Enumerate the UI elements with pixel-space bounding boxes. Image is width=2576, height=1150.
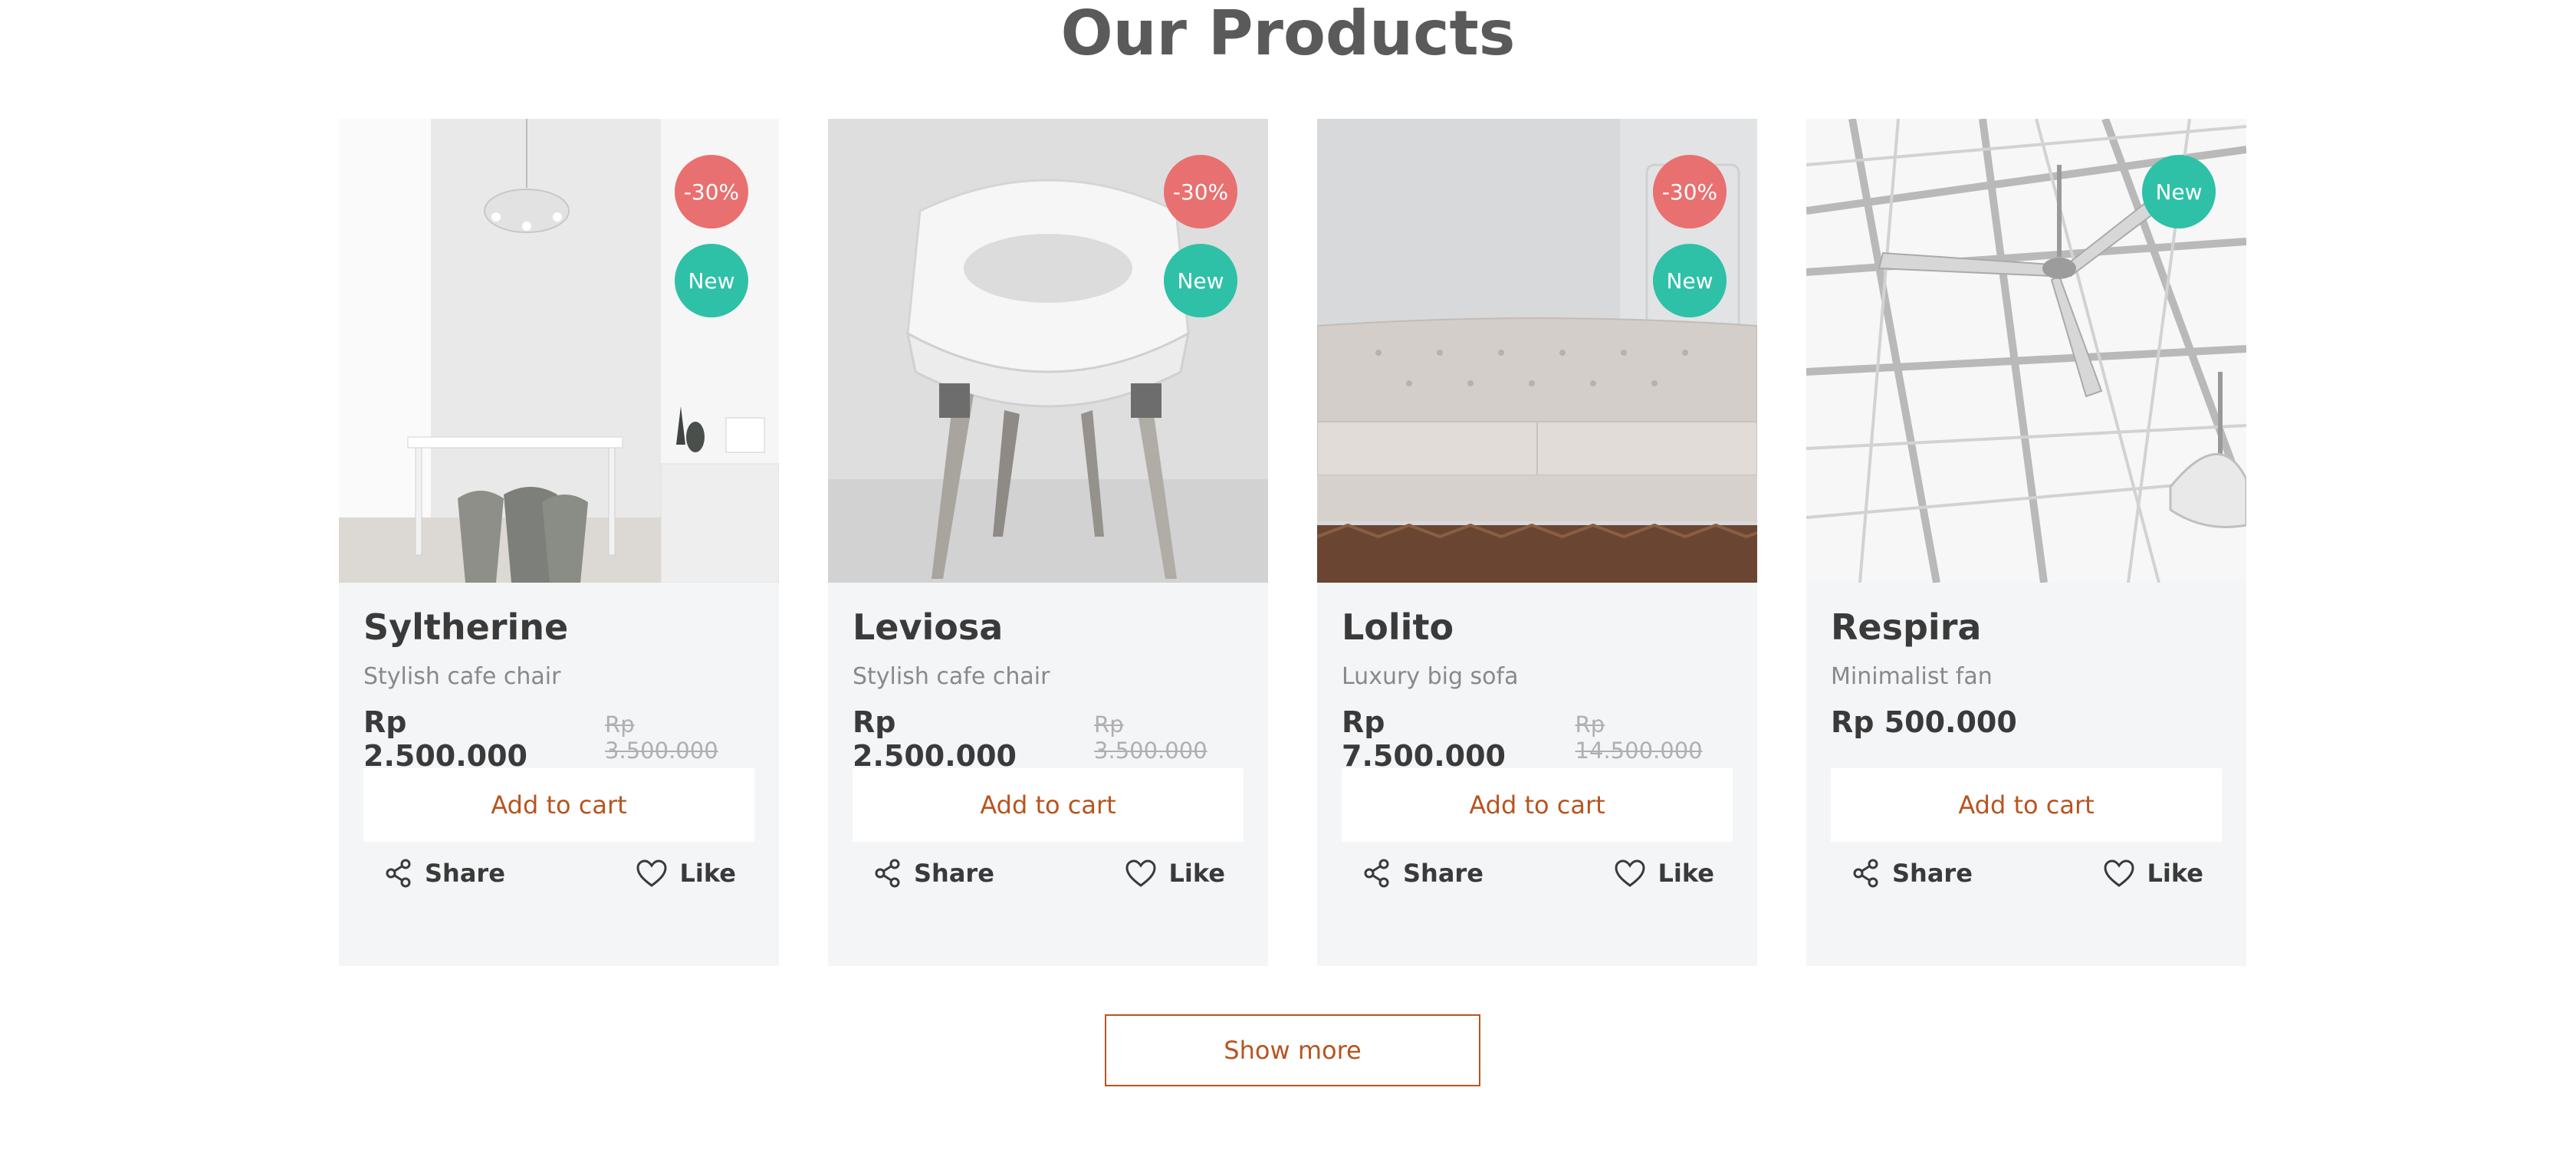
share-icon xyxy=(1852,859,1880,888)
card-actions: Share Like xyxy=(853,859,1244,888)
section-title: Our Products xyxy=(1060,0,1516,69)
share-label: Share xyxy=(425,859,505,888)
product-subtitle: Stylish cafe chair xyxy=(853,663,1050,690)
product-card[interactable]: -30% New Leviosa Stylish cafe chair Rp 2… xyxy=(828,119,1268,966)
current-price: Rp 2.500.000 xyxy=(363,705,527,773)
card-actions: Share Like xyxy=(1831,859,2222,888)
add-to-cart-button[interactable]: Add to cart xyxy=(363,768,754,842)
add-to-cart-button[interactable]: Add to cart xyxy=(1831,768,2222,842)
product-card[interactable]: -30% New Lolito Luxury big sofa Rp 7.500… xyxy=(1317,119,1757,966)
new-badge: New xyxy=(2142,155,2216,228)
heart-icon xyxy=(636,859,668,888)
price-row: Rp 500.000 xyxy=(1831,705,2222,744)
like-button[interactable]: Like xyxy=(2103,859,2203,888)
show-more-button[interactable]: Show more xyxy=(1105,1014,1480,1086)
add-to-cart-button[interactable]: Add to cart xyxy=(853,768,1244,842)
current-price: Rp 2.500.000 xyxy=(853,705,1017,773)
product-image-sofa[interactable]: -30% New xyxy=(1317,119,1757,583)
new-badge: New xyxy=(1164,244,1237,317)
product-card[interactable]: -30% New Syltherine Stylish cafe chair R… xyxy=(339,119,779,966)
new-badge: New xyxy=(675,244,748,317)
original-price: Rp 3.500.000 xyxy=(605,711,718,764)
product-name: Respira xyxy=(1831,606,1982,648)
like-label: Like xyxy=(1658,859,1714,888)
product-subtitle: Stylish cafe chair xyxy=(363,663,561,690)
new-badge: New xyxy=(1653,244,1727,317)
product-name: Leviosa xyxy=(853,606,1004,648)
discount-badge: -30% xyxy=(1653,155,1727,228)
products-section: Our Products -30% New Syltherine Stylish… xyxy=(0,0,2576,1150)
product-subtitle: Luxury big sofa xyxy=(1342,663,1519,690)
share-label: Share xyxy=(1403,859,1484,888)
product-image-chair[interactable]: -30% New xyxy=(828,119,1268,583)
add-to-cart-button[interactable]: Add to cart xyxy=(1342,768,1733,842)
product-image-ceiling-fan[interactable]: New xyxy=(1806,119,2246,583)
product-image-dining-room[interactable]: -30% New xyxy=(339,119,779,583)
heart-icon xyxy=(1125,859,1157,888)
card-actions: Share Like xyxy=(1342,859,1733,888)
like-button[interactable]: Like xyxy=(1125,859,1225,888)
product-card[interactable]: New Respira Minimalist fan Rp 500.000 Ad… xyxy=(1806,119,2246,966)
current-price: Rp 7.500.000 xyxy=(1342,705,1506,773)
original-price: Rp 3.500.000 xyxy=(1094,711,1208,764)
share-icon xyxy=(1363,859,1391,888)
share-button[interactable]: Share xyxy=(385,859,505,888)
product-details: Respira Minimalist fan Rp 500.000 Add to… xyxy=(1806,583,2246,888)
like-button[interactable]: Like xyxy=(636,859,736,888)
like-label: Like xyxy=(1168,859,1225,888)
like-label: Like xyxy=(679,859,736,888)
product-grid: -30% New Syltherine Stylish cafe chair R… xyxy=(339,119,2247,966)
share-button[interactable]: Share xyxy=(874,859,994,888)
current-price: Rp 500.000 xyxy=(1831,705,2017,739)
price-row: Rp 2.500.000 Rp 3.500.000 xyxy=(853,705,1244,773)
share-button[interactable]: Share xyxy=(1363,859,1484,888)
share-label: Share xyxy=(1892,859,1973,888)
product-name: Lolito xyxy=(1342,606,1454,648)
product-details: Leviosa Stylish cafe chair Rp 2.500.000 … xyxy=(828,583,1268,888)
discount-badge: -30% xyxy=(675,155,748,228)
product-details: Lolito Luxury big sofa Rp 7.500.000 Rp 1… xyxy=(1317,583,1757,888)
original-price: Rp 14.500.000 xyxy=(1575,711,1703,764)
price-row: Rp 2.500.000 Rp 3.500.000 xyxy=(363,705,754,773)
share-icon xyxy=(874,859,902,888)
card-actions: Share Like xyxy=(363,859,754,888)
like-button[interactable]: Like xyxy=(1614,859,1714,888)
discount-badge: -30% xyxy=(1164,155,1237,228)
heart-icon xyxy=(1614,859,1646,888)
share-button[interactable]: Share xyxy=(1852,859,1973,888)
product-details: Syltherine Stylish cafe chair Rp 2.500.0… xyxy=(339,583,779,888)
share-icon xyxy=(385,859,412,888)
price-row: Rp 7.500.000 Rp 14.500.000 xyxy=(1342,705,1733,773)
share-label: Share xyxy=(914,859,994,888)
like-label: Like xyxy=(2147,859,2203,888)
product-name: Syltherine xyxy=(363,606,569,648)
heart-icon xyxy=(2103,859,2135,888)
product-subtitle: Minimalist fan xyxy=(1831,663,1993,690)
